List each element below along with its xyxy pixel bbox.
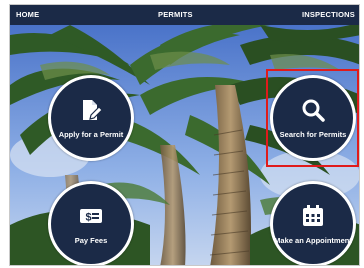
app-frame: HOME PERMITS INSPECTIONS Apply for a Per…	[9, 4, 360, 266]
pay-fees-label: Pay Fees	[74, 236, 108, 245]
nav-inspections-link[interactable]: INSPECTIONS	[302, 5, 355, 25]
document-pencil-icon	[83, 100, 103, 120]
apply-for-permit-label: Apply for a Permit	[58, 130, 124, 139]
dollar-bill-icon: $	[80, 209, 102, 224]
top-navbar: HOME PERMITS INSPECTIONS	[10, 5, 359, 25]
nav-permits-link[interactable]: PERMITS	[158, 5, 193, 25]
search-for-permits-button[interactable]: Search for Permits	[270, 75, 356, 161]
search-for-permits-label: Search for Permits	[279, 130, 347, 139]
make-appointment-button[interactable]: Make an Appointment	[270, 181, 356, 265]
calendar-icon	[303, 205, 323, 226]
make-appointment-label: Make an Appointment	[274, 236, 352, 245]
nav-home-link[interactable]: HOME	[16, 5, 39, 25]
magnifier-icon	[302, 99, 325, 122]
svg-text:$: $	[86, 212, 92, 224]
pay-fees-button[interactable]: $ Pay Fees	[48, 181, 134, 265]
apply-for-permit-button[interactable]: Apply for a Permit	[48, 75, 134, 161]
